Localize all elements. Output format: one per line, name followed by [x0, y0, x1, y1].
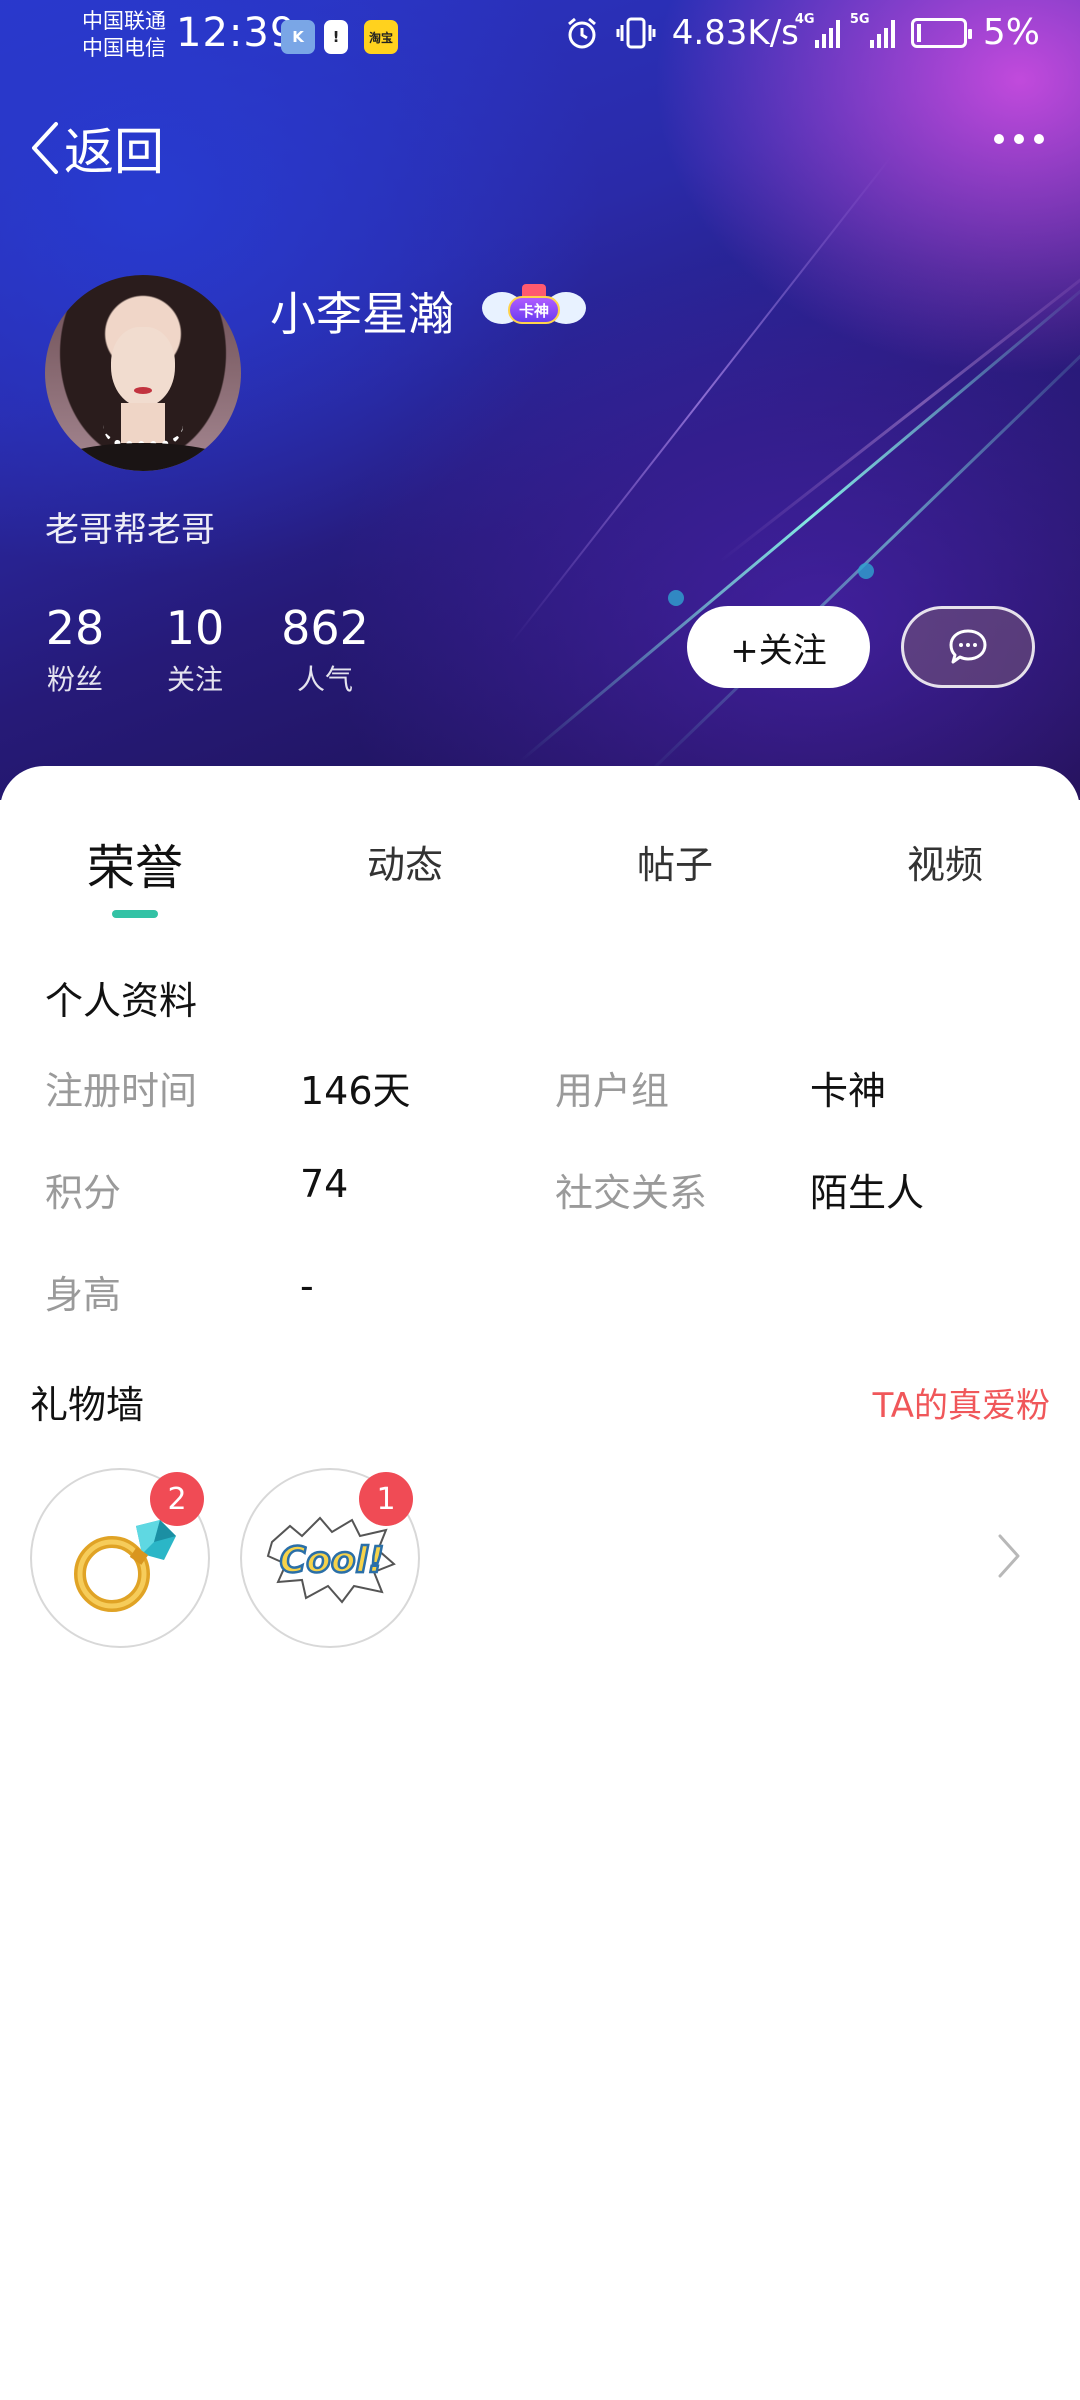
stat-value: 862 — [281, 601, 369, 655]
avatar-face — [111, 327, 175, 407]
signal-tag-5g: 5G — [849, 11, 870, 27]
vibrate-icon — [616, 17, 656, 48]
stat-value: 10 — [165, 601, 225, 655]
gift-count-badge: 1 — [359, 1472, 413, 1526]
badge-label: 卡神 — [508, 296, 560, 324]
stat-label: 人气 — [296, 663, 353, 696]
avatar-lips — [134, 387, 152, 394]
status-time: 12:39 — [176, 10, 297, 56]
back-button[interactable]: 返回 — [28, 112, 164, 184]
avatar[interactable] — [45, 275, 241, 471]
decor-dot — [858, 563, 874, 579]
more-options-button[interactable] — [994, 124, 1044, 154]
chevron-right-icon[interactable] — [994, 1530, 1024, 1582]
avatar-clothing — [55, 443, 231, 471]
carrier-2: 中国电信 — [82, 36, 166, 60]
taobao-notification-icon: 淘宝 — [364, 20, 398, 54]
signal-icon: 4G — [795, 12, 840, 48]
carrier-1: 中国联通 — [82, 9, 166, 33]
light-line — [509, 155, 893, 645]
message-button[interactable] — [901, 606, 1035, 688]
info-label-points: 积分 — [45, 1171, 122, 1215]
tab-videos[interactable]: 视频 — [845, 834, 1045, 889]
more-dots-icon — [1034, 134, 1044, 144]
signal-icon: 5G — [850, 12, 895, 48]
network-speed: 4.83K/s — [671, 12, 799, 53]
battery-icon — [910, 17, 972, 48]
status-bar: 中国联通 中国电信 12:39 K ! 淘宝 4.83K/s 4G 5G 5% — [0, 0, 1080, 76]
tab-honor[interactable]: 荣誉 — [35, 828, 235, 898]
battery-percent: 5% — [982, 12, 1040, 53]
info-value-points: 74 — [300, 1162, 349, 1206]
info-value-relationship: 陌生人 — [810, 1171, 925, 1215]
light-streak — [719, 240, 1080, 563]
info-value-height: - — [300, 1264, 314, 1308]
back-label: 返回 — [64, 123, 164, 181]
chevron-left-icon — [32, 122, 58, 174]
signal-tag-4g: 4G — [794, 11, 815, 27]
info-value-register-time: 146天 — [300, 1069, 411, 1113]
follow-button[interactable]: +关注 — [687, 606, 870, 688]
tab-posts[interactable]: 帖子 — [575, 834, 775, 889]
more-dots-icon — [994, 134, 1004, 144]
chat-bubble-icon — [949, 629, 987, 664]
alarm-icon — [567, 17, 596, 48]
app-notification-icon: K — [281, 20, 315, 54]
light-streak — [638, 294, 1080, 783]
stat-following[interactable]: 10 关注 — [160, 600, 230, 698]
status-right-group: 4.83K/s 4G 5G 5% — [564, 12, 1040, 53]
true-love-fans-link[interactable]: TA的真爱粉 — [873, 1378, 1050, 1427]
stat-popularity: 862 人气 — [280, 600, 370, 698]
username: 小李星瀚 — [270, 287, 454, 341]
decor-dot — [668, 590, 684, 606]
info-value-user-group: 卡神 — [810, 1069, 887, 1113]
profile-header-background: 中国联通 中国电信 12:39 K ! 淘宝 4.83K/s 4G 5G 5% … — [0, 0, 1080, 800]
alert-notification-icon: ! — [324, 20, 348, 54]
rank-badge-icon[interactable]: 卡神 — [482, 284, 586, 332]
active-tab-indicator — [112, 910, 158, 918]
profile-signature: 老哥帮老哥 — [45, 510, 215, 550]
info-label-user-group: 用户组 — [555, 1069, 670, 1113]
info-label-relationship: 社交关系 — [555, 1171, 708, 1215]
info-label-register-time: 注册时间 — [45, 1069, 198, 1113]
info-label-height: 身高 — [45, 1273, 122, 1317]
stat-fans[interactable]: 28 粉丝 — [40, 600, 110, 698]
stat-label: 粉丝 — [46, 663, 103, 696]
stat-value: 28 — [45, 601, 105, 655]
tab-activity[interactable]: 动态 — [305, 834, 505, 889]
cool-sticker-text: Cool! — [280, 1540, 385, 1581]
more-dots-icon — [1014, 134, 1024, 144]
personal-info-title: 个人资料 — [45, 979, 198, 1023]
carrier-names: 中国联通 中国电信 — [82, 8, 166, 62]
gift-wall-title: 礼物墙 — [30, 1383, 145, 1427]
stat-label: 关注 — [166, 663, 223, 696]
gift-count-badge: 2 — [150, 1472, 204, 1526]
profile-tabs: 荣誉 动态 帖子 视频 — [0, 834, 1080, 924]
